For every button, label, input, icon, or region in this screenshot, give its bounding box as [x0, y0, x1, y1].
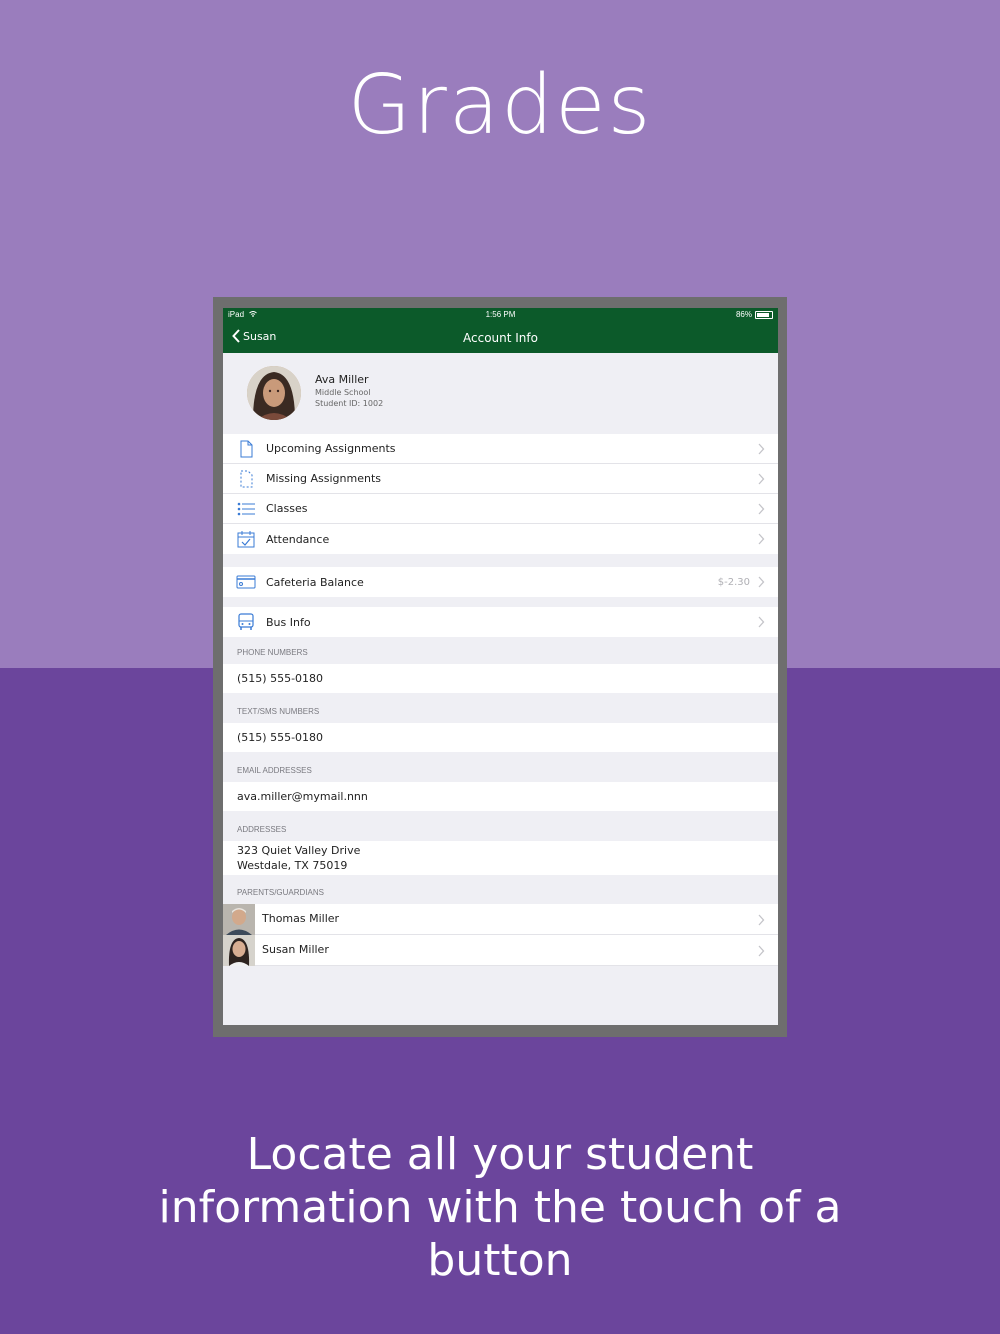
bus-info-label: Bus Info: [266, 615, 311, 629]
guardian-name: Thomas Miller: [262, 912, 340, 925]
chevron-right-icon: [758, 443, 765, 455]
guardians-list: Thomas Miller Susan Miller: [223, 904, 778, 966]
guardian-name: Susan Miller: [262, 943, 329, 956]
dashed-document-icon: [240, 470, 253, 488]
chevron-right-icon: [758, 533, 765, 545]
missing-assignments-row[interactable]: Missing Assignments: [223, 464, 778, 494]
upcoming-assignments-label: Upcoming Assignments: [266, 442, 396, 455]
calendar-check-icon: [237, 531, 255, 548]
chevron-right-icon: [758, 503, 765, 515]
email-address: ava.miller@mymail.nnn: [237, 790, 368, 803]
email-row[interactable]: ava.miller@mymail.nnn: [223, 782, 778, 811]
address-row[interactable]: 323 Quiet Valley Drive Westdale, TX 7501…: [223, 841, 778, 875]
battery-icon: [755, 310, 773, 319]
chevron-right-icon: [758, 914, 765, 926]
battery-percent: 86%: [735, 310, 752, 319]
list-icon: [237, 502, 255, 516]
chevron-right-icon: [758, 576, 765, 588]
document-icon: [240, 440, 253, 458]
classes-label: Classes: [266, 502, 308, 515]
phone-number: (515) 555-0180: [237, 672, 324, 685]
battery-fill: [757, 312, 770, 317]
guardian-row-thomas[interactable]: Thomas Miller: [223, 904, 778, 935]
student-profile: Ava Miller Middle School Student ID: 100…: [223, 353, 778, 433]
attendance-label: Attendance: [266, 532, 330, 546]
upcoming-assignments-row[interactable]: Upcoming Assignments: [223, 434, 778, 464]
cafeteria-balance-label: Cafeteria Balance: [266, 575, 364, 589]
sms-numbers-header: TEXT/SMS NUMBERS: [237, 707, 320, 716]
caption: Locate all your student information with…: [158, 1129, 842, 1286]
phone-number-row[interactable]: (515) 555-0180: [223, 664, 778, 693]
attendance-row[interactable]: Attendance: [223, 524, 778, 554]
addresses-header: ADDRESSES: [237, 825, 287, 834]
headline: Grades: [347, 58, 653, 153]
status-time: 1:56 PM: [485, 310, 516, 319]
guardian-avatar: [223, 935, 255, 966]
tablet-frame: iPad 1:56 PM 86% Susan Account Info Ava …: [213, 297, 787, 1037]
guardians-header: PARENTS/GUARDIANS: [237, 888, 324, 897]
menu-group-cafeteria: Cafeteria Balance $-2.30: [223, 567, 778, 597]
avatar: [247, 366, 301, 420]
nav-bar: Susan Account Info: [223, 322, 778, 353]
page-title: Account Info: [463, 331, 538, 345]
student-id: Student ID: 1002: [315, 399, 384, 408]
cafeteria-balance-row[interactable]: Cafeteria Balance $-2.30: [223, 567, 778, 597]
status-bar: iPad 1:56 PM 86%: [223, 308, 778, 322]
guardian-photo: [223, 935, 255, 966]
classes-row[interactable]: Classes: [223, 494, 778, 524]
card-icon: [236, 575, 256, 589]
guardian-row-susan[interactable]: Susan Miller: [223, 935, 778, 966]
menu-group-bus: Bus Info: [223, 607, 778, 637]
email-addresses-header: EMAIL ADDRESSES: [237, 766, 312, 775]
phone-numbers-header: PHONE NUMBERS: [237, 648, 308, 657]
chevron-right-icon: [758, 473, 765, 485]
student-name: Ava Miller: [315, 373, 369, 386]
student-photo: [247, 366, 301, 420]
bus-info-row[interactable]: Bus Info: [223, 607, 778, 637]
guardian-avatar: [223, 904, 255, 935]
missing-assignments-label: Missing Assignments: [266, 472, 382, 485]
sms-number-row[interactable]: (515) 555-0180: [223, 723, 778, 752]
address-line-1: 323 Quiet Valley Drive: [237, 844, 361, 857]
guardian-photo: [223, 904, 255, 935]
address-line-2: Westdale, TX 75019: [237, 859, 348, 872]
sms-number: (515) 555-0180: [237, 731, 324, 744]
bus-icon: [238, 613, 254, 630]
app-screen: iPad 1:56 PM 86% Susan Account Info Ava …: [223, 308, 778, 1025]
chevron-right-icon: [758, 945, 765, 957]
cafeteria-balance-value: $-2.30: [717, 576, 750, 588]
chevron-right-icon: [758, 616, 765, 628]
student-school: Middle School: [315, 388, 371, 397]
menu-group-academics: Upcoming Assignments Missing Assignments…: [223, 434, 778, 554]
status-battery: 86%: [736, 310, 773, 319]
